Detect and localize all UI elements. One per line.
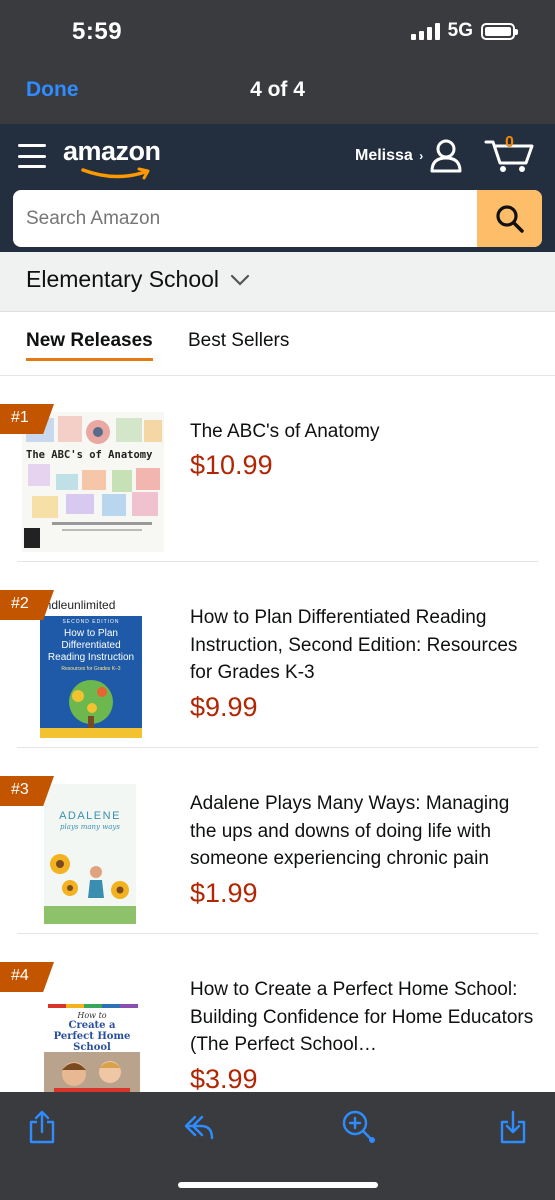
page-indicator: 4 of 4 (250, 78, 305, 101)
cover-title: How to Plan Differentiated Reading Instr… (47, 628, 135, 663)
signal-icon (410, 22, 440, 40)
search-icon (495, 204, 524, 233)
search-button[interactable] (477, 190, 542, 247)
category-bar[interactable]: Elementary School (0, 252, 555, 312)
list-item[interactable]: #2 kindleunlimited SECOND EDITION How to… (0, 562, 555, 748)
cart-count: 0 (505, 134, 514, 151)
product-title[interactable]: How to Plan Differentiated Reading Instr… (190, 604, 535, 687)
zoom-icon[interactable] (340, 1108, 376, 1144)
status-time: 5:59 (72, 18, 123, 45)
status-indicators: 5G (410, 20, 518, 42)
cart-button[interactable]: 0 (484, 134, 534, 174)
battery-icon (481, 22, 518, 40)
product-price: $9.99 (190, 692, 258, 722)
product-price: $10.99 (190, 450, 273, 480)
search-bar (13, 190, 542, 247)
cover-title: Create a Perfect Home School (53, 1020, 131, 1053)
search-input[interactable] (13, 190, 478, 247)
status-bar: 5:59 5G (0, 0, 555, 62)
product-price: $1.99 (190, 878, 258, 908)
list-item[interactable]: #4 How to Create a Perfect Home School H… (0, 934, 555, 1092)
cover-small-text: How to (77, 1011, 107, 1020)
tab-new-releases[interactable]: New Releases (26, 330, 153, 361)
product-title[interactable]: The ABC's of Anatomy (190, 418, 535, 446)
cover-title: The ABC's of Anatomy (26, 449, 153, 461)
account-name: Melissa (355, 147, 413, 164)
account-link[interactable]: Melissa › (355, 147, 423, 165)
chevron-down-icon (230, 274, 250, 286)
list-item[interactable]: #1 The ABC's of Anatomy The ABC's of Ana… (0, 376, 555, 562)
amazon-logo[interactable]: amazon (63, 136, 173, 180)
cover-subtitle: Resources for Grades K–3 (61, 666, 121, 672)
tab-best-sellers[interactable]: Best Sellers (188, 330, 289, 352)
account-caret: › (419, 149, 424, 163)
book-cover-image[interactable]: ADALENE plays many ways (44, 784, 136, 924)
viewer-top-bar: Done 4 of 4 (0, 62, 555, 124)
category-title: Elementary School (26, 266, 220, 292)
amazon-page: amazon Melissa › 0 Search Amazon Element… (0, 124, 555, 1092)
tab-bar: New Releases Best Sellers (0, 312, 555, 376)
list-item[interactable]: #3 ADALENE plays many ways Adalene Plays… (0, 748, 555, 934)
user-icon[interactable] (428, 138, 464, 174)
save-icon[interactable] (499, 1110, 527, 1144)
share-icon[interactable] (28, 1110, 56, 1144)
product-price: $3.99 (190, 1064, 258, 1092)
logo-smile-icon (81, 167, 150, 180)
cover-title: ADALENE (59, 810, 121, 822)
product-title[interactable]: How to Create a Perfect Home School: Bui… (190, 976, 535, 1059)
amazon-header: amazon Melissa › 0 (0, 124, 555, 252)
logo-text: amazon (63, 136, 161, 166)
menu-icon[interactable] (18, 144, 46, 168)
home-indicator[interactable] (178, 1182, 378, 1188)
product-title[interactable]: Adalene Plays Many Ways: Managing the up… (190, 790, 535, 873)
cover-subtitle: plays many ways (60, 823, 120, 831)
cover-edition: SECOND EDITION (62, 619, 120, 625)
network-type: 5G (447, 20, 473, 41)
book-cover-image[interactable]: kindleunlimited SECOND EDITION How to Pl… (36, 598, 142, 738)
reply-icon[interactable] (183, 1112, 215, 1142)
book-cover-image[interactable]: How to Create a Perfect Home School (44, 970, 140, 1092)
